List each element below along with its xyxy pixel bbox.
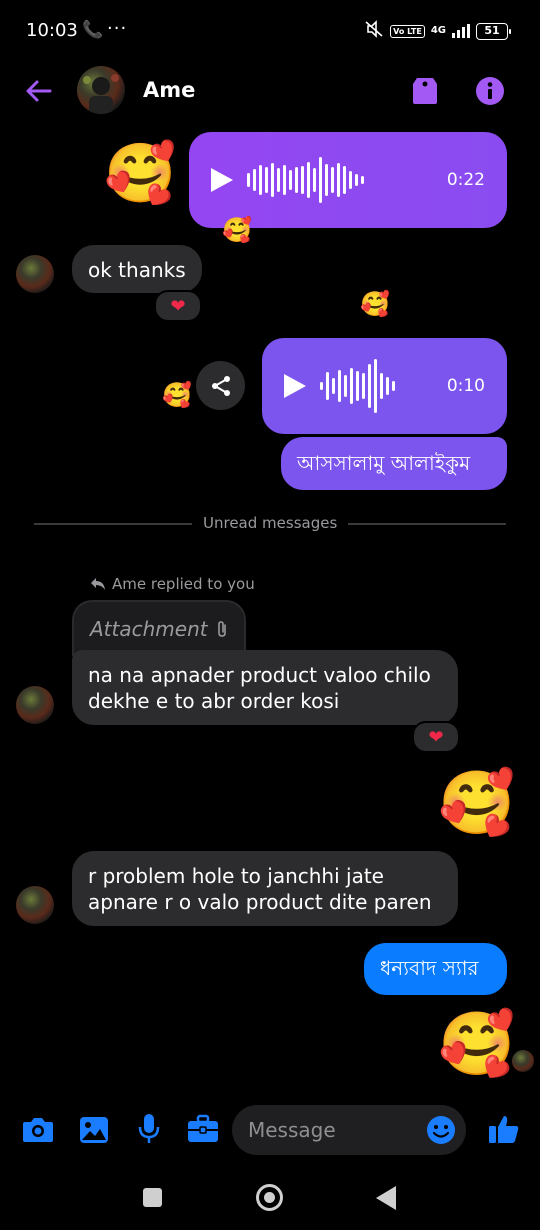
seen-emoji: 🥰 [162,381,192,409]
mute-vibrate-icon [364,20,384,42]
gallery-icon[interactable] [79,1116,109,1148]
share-button[interactable] [196,361,245,410]
battery-icon: 51 [476,22,511,40]
back-arrow-icon[interactable] [24,76,54,106]
seen-emoji: 🥰 [360,290,390,318]
divider [348,523,506,525]
message-placeholder: Message [248,1118,336,1142]
info-icon[interactable] [475,76,505,106]
play-icon[interactable] [284,374,306,398]
waveform-icon [320,359,395,413]
emoji-message[interactable]: 🥰 [438,772,515,834]
voice-message-bubble[interactable]: 0:10 [262,338,507,434]
paperclip-icon [217,621,226,637]
voice-duration: 0:10 [446,376,485,396]
emoji-icon[interactable] [426,1115,456,1149]
heart-reaction[interactable]: ❤ [154,290,202,322]
incoming-message[interactable]: ok thanks [72,245,202,293]
seen-avatar [512,1050,534,1072]
like-icon[interactable] [488,1113,520,1149]
replied-label: Ame replied to you [112,575,255,593]
home-button[interactable] [256,1184,283,1211]
contact-name[interactable]: Ame [143,78,195,102]
phone-icon: 📞 [82,20,104,40]
recents-button[interactable] [143,1188,162,1207]
heart-reaction[interactable]: ❤ [412,721,460,753]
reply-context: Ame replied to you [90,575,255,593]
reaction-emoji-large: 🥰 [104,139,177,207]
message-line: apnare r o valo product dite paren [88,890,432,914]
tag-icon[interactable] [411,74,439,106]
heart-icon: ❤ [170,295,186,317]
contact-avatar[interactable] [77,66,125,114]
microphone-icon[interactable] [137,1113,161,1149]
volte-icon: Vo LTE [390,24,425,38]
back-button[interactable] [376,1186,396,1210]
message-line: na na apnader product valoo chilo [88,663,431,687]
incoming-message[interactable]: r problem hole to janchhi jate apnare r … [72,851,458,926]
briefcase-icon[interactable] [187,1114,219,1148]
status-time: 10:03 [26,20,78,41]
heart-icon: ❤ [428,726,444,748]
contact-avatar-small [16,886,54,924]
emoji-message[interactable]: 🥰 [438,1013,515,1075]
message-line: dekhe e to abr order kosi [88,689,340,713]
quoted-attachment[interactable]: Attachment [72,600,246,656]
unread-messages-label: Unread messages [203,514,338,532]
camera-icon[interactable] [22,1114,54,1148]
incoming-message[interactable]: na na apnader product valoo chilo dekhe … [72,650,458,725]
waveform-icon [247,157,364,203]
voice-duration: 0:22 [446,170,485,190]
network-type: 4G [430,25,446,36]
divider [34,523,192,525]
attachment-label: Attachment [90,617,208,641]
contact-avatar-small [16,686,54,724]
outgoing-message[interactable]: ধন্যবাদ স্যার [364,943,507,995]
play-icon[interactable] [211,168,233,192]
message-line: r problem hole to janchhi jate [88,864,384,888]
signal-icon [452,24,470,38]
share-icon [211,375,230,396]
contact-avatar-small [16,255,54,293]
voice-message-bubble[interactable]: 0:22 [189,132,507,228]
message-reaction[interactable]: 🥰 [222,218,252,242]
outgoing-message[interactable]: আসসালামু আলাইকুম [281,437,507,490]
status-icons: Vo LTE 4G 51 [364,20,511,42]
more-notifications-icon: ··· [107,18,128,39]
reply-icon [91,578,105,590]
